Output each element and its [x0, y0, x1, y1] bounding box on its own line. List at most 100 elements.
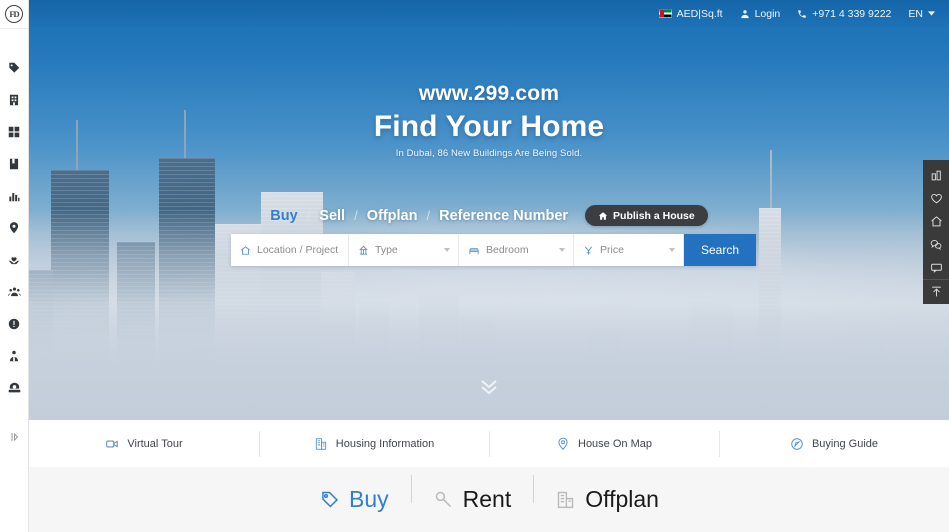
map-pin-icon	[558, 437, 568, 450]
chevron-down-icon	[928, 11, 935, 16]
sidebar-item-community[interactable]	[0, 277, 29, 306]
map-pin-icon	[9, 221, 19, 233]
location-placeholder: Location / Project	[257, 244, 339, 256]
type-dropdown[interactable]: Type	[349, 234, 459, 266]
right-floating-toolbar	[923, 160, 949, 304]
login-button[interactable]: Login	[740, 7, 781, 20]
sidebar-collapse-toggle[interactable]	[0, 425, 29, 449]
feature-label: House On Map	[578, 437, 652, 450]
back-to-top-icon	[931, 286, 941, 296]
hero-fog-lower	[29, 300, 949, 420]
bottom-tab-offplan[interactable]: Offplan	[533, 475, 681, 513]
feature-label: Housing Information	[335, 437, 435, 450]
wechat-icon	[930, 240, 942, 250]
toolbar-favorites-button[interactable]	[923, 187, 949, 210]
toolbar-chat-button[interactable]	[923, 256, 949, 279]
telephone-icon	[8, 382, 20, 392]
chevron-down-icon	[559, 248, 565, 252]
chevron-right-icon	[11, 432, 18, 442]
sidebar-item-grid[interactable]	[0, 117, 29, 146]
toolbar-wechat-button[interactable]	[923, 233, 949, 256]
key-icon	[435, 491, 451, 508]
heart-hands-icon	[8, 256, 20, 264]
login-label: Login	[754, 7, 781, 20]
tab-separator: /	[354, 207, 358, 223]
top-utility-bar: AED|Sq.ft Login +971 4 339 9222 EN	[29, 0, 949, 27]
feature-housing-information[interactable]: Housing Information	[259, 429, 489, 459]
bedroom-dropdown[interactable]: Bedroom	[459, 234, 574, 266]
sidebar-item-info[interactable]	[0, 309, 29, 338]
publish-label: Publish a House	[613, 209, 695, 222]
chevron-down-icon	[669, 248, 675, 252]
tab-sell[interactable]: Sell	[319, 208, 345, 224]
chevron-down-icon	[444, 248, 450, 252]
tab-separator: /	[306, 207, 311, 223]
hero-tabs: Buy / Sell / Offplan / Reference Number	[270, 208, 568, 224]
sidebar-item-phone[interactable]	[0, 373, 29, 402]
page-root: AED|Sq.ft Login +971 4 339 9222 EN www.2…	[0, 0, 949, 532]
bed-icon	[469, 247, 479, 254]
bottom-tab-buy[interactable]: Buy	[297, 486, 411, 513]
bedroom-placeholder: Bedroom	[486, 244, 529, 256]
sidebar-item-tag[interactable]	[0, 53, 29, 82]
feature-label: Buying Guide	[811, 437, 879, 450]
feature-buying-guide[interactable]: Buying Guide	[719, 429, 949, 459]
search-button[interactable]: Search	[684, 234, 756, 266]
bottom-tab-label: Buy	[349, 486, 389, 512]
home-icon	[930, 216, 942, 227]
property-search-bar: Location / Project Type Bedroom Price Se…	[231, 234, 756, 266]
compass-icon	[791, 437, 803, 450]
feature-virtual-tour[interactable]: Virtual Tour	[29, 429, 259, 459]
compare-icon	[931, 170, 941, 181]
sidebar-item-book[interactable]	[0, 149, 29, 178]
search-input[interactable]: Location / Project	[231, 234, 349, 266]
toolbar-compare-button[interactable]	[923, 164, 949, 187]
currency-label: AED|Sq.ft	[676, 7, 723, 20]
currency-icon	[584, 246, 593, 255]
bottom-tab-rent[interactable]: Rent	[410, 475, 534, 513]
toolbar-back-to-top-button[interactable]	[923, 279, 949, 302]
tab-separator: /	[426, 207, 431, 223]
price-placeholder: Price	[600, 244, 624, 256]
site-logo[interactable]: FD	[0, 0, 28, 29]
grid-icon	[8, 126, 20, 137]
building-icon	[558, 491, 574, 509]
chevron-double-down-icon	[481, 380, 497, 395]
building-icon	[9, 94, 19, 105]
sidebar-item-building[interactable]	[0, 85, 29, 114]
tab-buy[interactable]: Buy	[270, 208, 297, 224]
bottom-tab-label: Rent	[462, 486, 512, 512]
phone-number[interactable]: +971 4 339 9222	[797, 8, 891, 20]
info-icon	[8, 318, 20, 329]
book-icon	[9, 158, 19, 169]
logo-monogram: FD	[5, 5, 23, 23]
home-icon	[241, 245, 250, 255]
toolbar-home-button[interactable]	[923, 210, 949, 233]
hero-title: Find Your Home	[373, 110, 605, 143]
currency-selector[interactable]: AED|Sq.ft	[658, 7, 723, 20]
sidebar-item-favorites[interactable]	[0, 245, 29, 274]
uae-flag-icon	[658, 9, 672, 18]
language-selector[interactable]: EN	[908, 8, 935, 20]
sidebar-item-agent[interactable]	[0, 341, 29, 370]
tab-reference-number[interactable]: Reference Number	[439, 208, 568, 224]
tab-offplan[interactable]: Offplan	[367, 208, 418, 224]
sidebar-item-location[interactable]	[0, 213, 29, 242]
chat-icon	[930, 263, 942, 273]
price-dropdown[interactable]: Price	[574, 234, 684, 266]
brand-url: www.299.com	[418, 82, 560, 105]
tag-icon	[322, 491, 338, 508]
publish-a-house-button[interactable]: Publish a House	[585, 205, 708, 226]
agent-icon	[9, 350, 19, 361]
hero-subtitle: In Dubai, 86 New Buildings Are Being Sol…	[395, 148, 583, 159]
video-icon	[106, 439, 119, 448]
scroll-down-indicator[interactable]	[29, 378, 949, 396]
building-icon	[315, 437, 326, 450]
type-placeholder: Type	[375, 244, 398, 256]
people-icon	[7, 287, 21, 296]
phone-label: +971 4 339 9222	[812, 7, 892, 20]
sidebar-item-chart[interactable]	[0, 181, 29, 210]
feature-house-on-map[interactable]: House On Map	[489, 429, 719, 459]
user-icon	[740, 9, 749, 18]
tag-icon	[9, 62, 20, 73]
